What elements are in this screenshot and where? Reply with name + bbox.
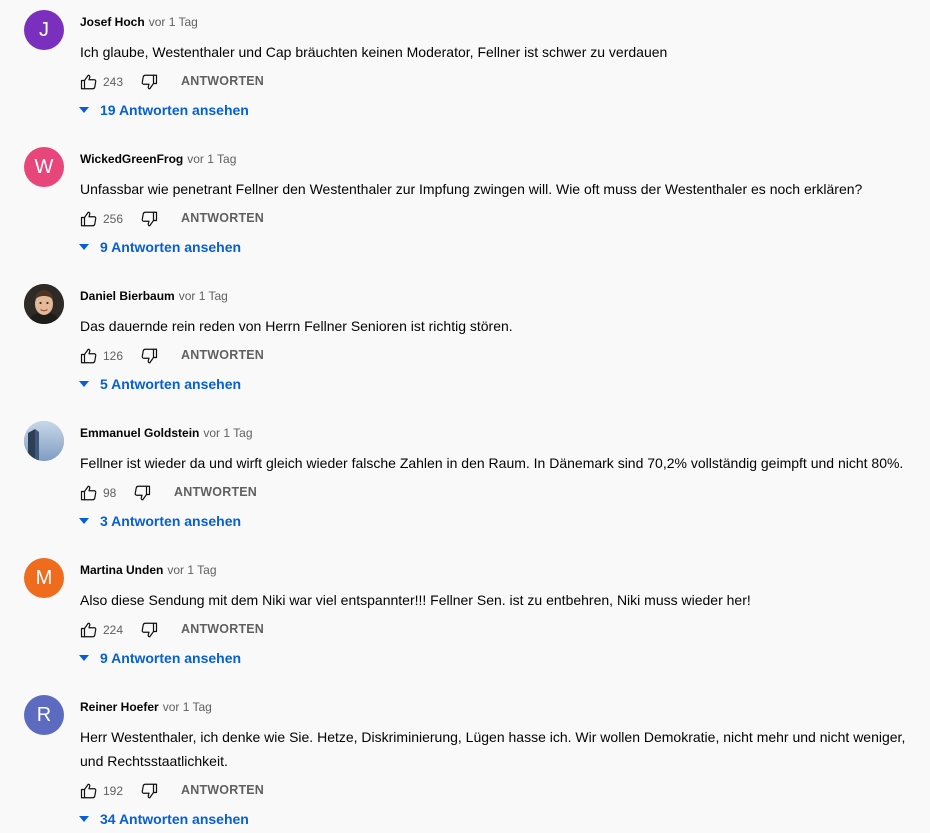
view-replies-label: 3 Antworten ansehen xyxy=(100,513,242,529)
view-replies-button[interactable]: 9 Antworten ansehen xyxy=(78,650,241,670)
view-replies-label: 34 Antworten ansehen xyxy=(100,811,249,827)
like-count: 256 xyxy=(103,212,124,226)
thumbs-down-icon[interactable] xyxy=(140,782,158,800)
author-name[interactable]: Emmanuel Goldstein xyxy=(80,426,199,440)
comment-time[interactable]: vor 1 Tag xyxy=(149,15,198,29)
author-name[interactable]: Reiner Hoefer xyxy=(80,700,159,714)
like-count: 98 xyxy=(103,486,117,500)
comment-text: Herr Westenthaler, ich denke wie Sie. He… xyxy=(80,729,906,769)
avatar[interactable] xyxy=(24,421,64,461)
avatar[interactable]: R xyxy=(24,695,64,735)
reply-button[interactable]: ANTWORTEN xyxy=(181,211,264,225)
avatar[interactable]: J xyxy=(24,10,64,50)
view-replies-label: 9 Antworten ansehen xyxy=(100,239,242,255)
view-replies-button[interactable]: 5 Antworten ansehen xyxy=(78,376,241,396)
thumbs-up-icon[interactable] xyxy=(80,73,98,91)
view-replies-label: 19 Antworten ansehen xyxy=(100,102,249,118)
reply-button[interactable]: ANTWORTEN xyxy=(181,783,264,797)
comment-text: Unfassbar wie penetrant Fellner den West… xyxy=(80,181,863,197)
view-replies-button[interactable]: 19 Antworten ansehen xyxy=(78,102,249,122)
comment-header: Daniel Bierbaum vor 1 Tag xyxy=(80,289,228,303)
caret-down-icon xyxy=(79,655,89,661)
comment-text: Das dauernde rein reden von Herrn Fellne… xyxy=(80,318,513,334)
thumbs-up-icon[interactable] xyxy=(80,484,98,502)
caret-down-icon xyxy=(79,244,89,250)
thumbs-up-icon[interactable] xyxy=(80,210,98,228)
thumbs-up-icon[interactable] xyxy=(80,347,98,365)
comment-time[interactable]: vor 1 Tag xyxy=(163,700,212,714)
author-name[interactable]: Daniel Bierbaum xyxy=(80,289,175,303)
thumbs-down-icon[interactable] xyxy=(133,484,151,502)
comment-list: J Josef Hoch vor 1 Tag Ich glaube, Westen… xyxy=(0,0,930,833)
comment-header: Reiner Hoefer vor 1 Tag xyxy=(80,700,212,714)
view-replies-label: 5 Antworten ansehen xyxy=(100,376,242,392)
comment-time[interactable]: vor 1 Tag xyxy=(167,563,216,577)
thumbs-down-icon[interactable] xyxy=(140,621,158,639)
thumbs-up-icon[interactable] xyxy=(80,782,98,800)
reply-button[interactable]: ANTWORTEN xyxy=(181,74,264,88)
comment-time[interactable]: vor 1 Tag xyxy=(187,152,236,166)
comment-time[interactable]: vor 1 Tag xyxy=(203,426,252,440)
avatar[interactable] xyxy=(24,284,64,324)
author-name[interactable]: Josef Hoch xyxy=(80,15,145,29)
view-replies-label: 9 Antworten ansehen xyxy=(100,650,242,666)
comment-text: Also diese Sendung mit dem Niki war viel… xyxy=(80,592,751,608)
comment-header: Josef Hoch vor 1 Tag xyxy=(80,15,198,29)
comment-text: Ich glaube, Westenthaler und Cap bräucht… xyxy=(80,44,668,60)
caret-down-icon xyxy=(79,381,89,387)
avatar[interactable]: M xyxy=(24,558,64,598)
author-name[interactable]: WickedGreenFrog xyxy=(80,152,183,166)
like-count: 243 xyxy=(103,75,124,89)
like-count: 126 xyxy=(103,349,124,363)
reply-button[interactable]: ANTWORTEN xyxy=(181,348,264,362)
caret-down-icon xyxy=(79,816,89,822)
thumbs-up-icon[interactable] xyxy=(80,621,98,639)
comment-header: Martina Unden vor 1 Tag xyxy=(80,563,217,577)
reply-button[interactable]: ANTWORTEN xyxy=(181,622,264,636)
caret-down-icon xyxy=(79,518,89,524)
comment-time[interactable]: vor 1 Tag xyxy=(179,289,228,303)
comment-header: WickedGreenFrog vor 1 Tag xyxy=(80,152,236,166)
comment-text: Fellner ist wieder da und wirft gleich w… xyxy=(80,455,904,471)
thumbs-down-icon[interactable] xyxy=(140,210,158,228)
profile-photo xyxy=(24,421,64,461)
avatar[interactable]: W xyxy=(24,147,64,187)
thumbs-down-icon[interactable] xyxy=(140,347,158,365)
thumbs-down-icon[interactable] xyxy=(140,73,158,91)
caret-down-icon xyxy=(79,107,89,113)
like-count: 224 xyxy=(103,623,124,637)
view-replies-button[interactable]: 3 Antworten ansehen xyxy=(78,513,241,533)
comment-header: Emmanuel Goldstein vor 1 Tag xyxy=(80,426,253,440)
author-name[interactable]: Martina Unden xyxy=(80,563,163,577)
like-count: 192 xyxy=(103,784,124,798)
profile-photo xyxy=(24,284,64,324)
view-replies-button[interactable]: 9 Antworten ansehen xyxy=(78,239,241,259)
view-replies-button[interactable]: 34 Antworten ansehen xyxy=(78,811,249,831)
reply-button[interactable]: ANTWORTEN xyxy=(174,485,257,499)
